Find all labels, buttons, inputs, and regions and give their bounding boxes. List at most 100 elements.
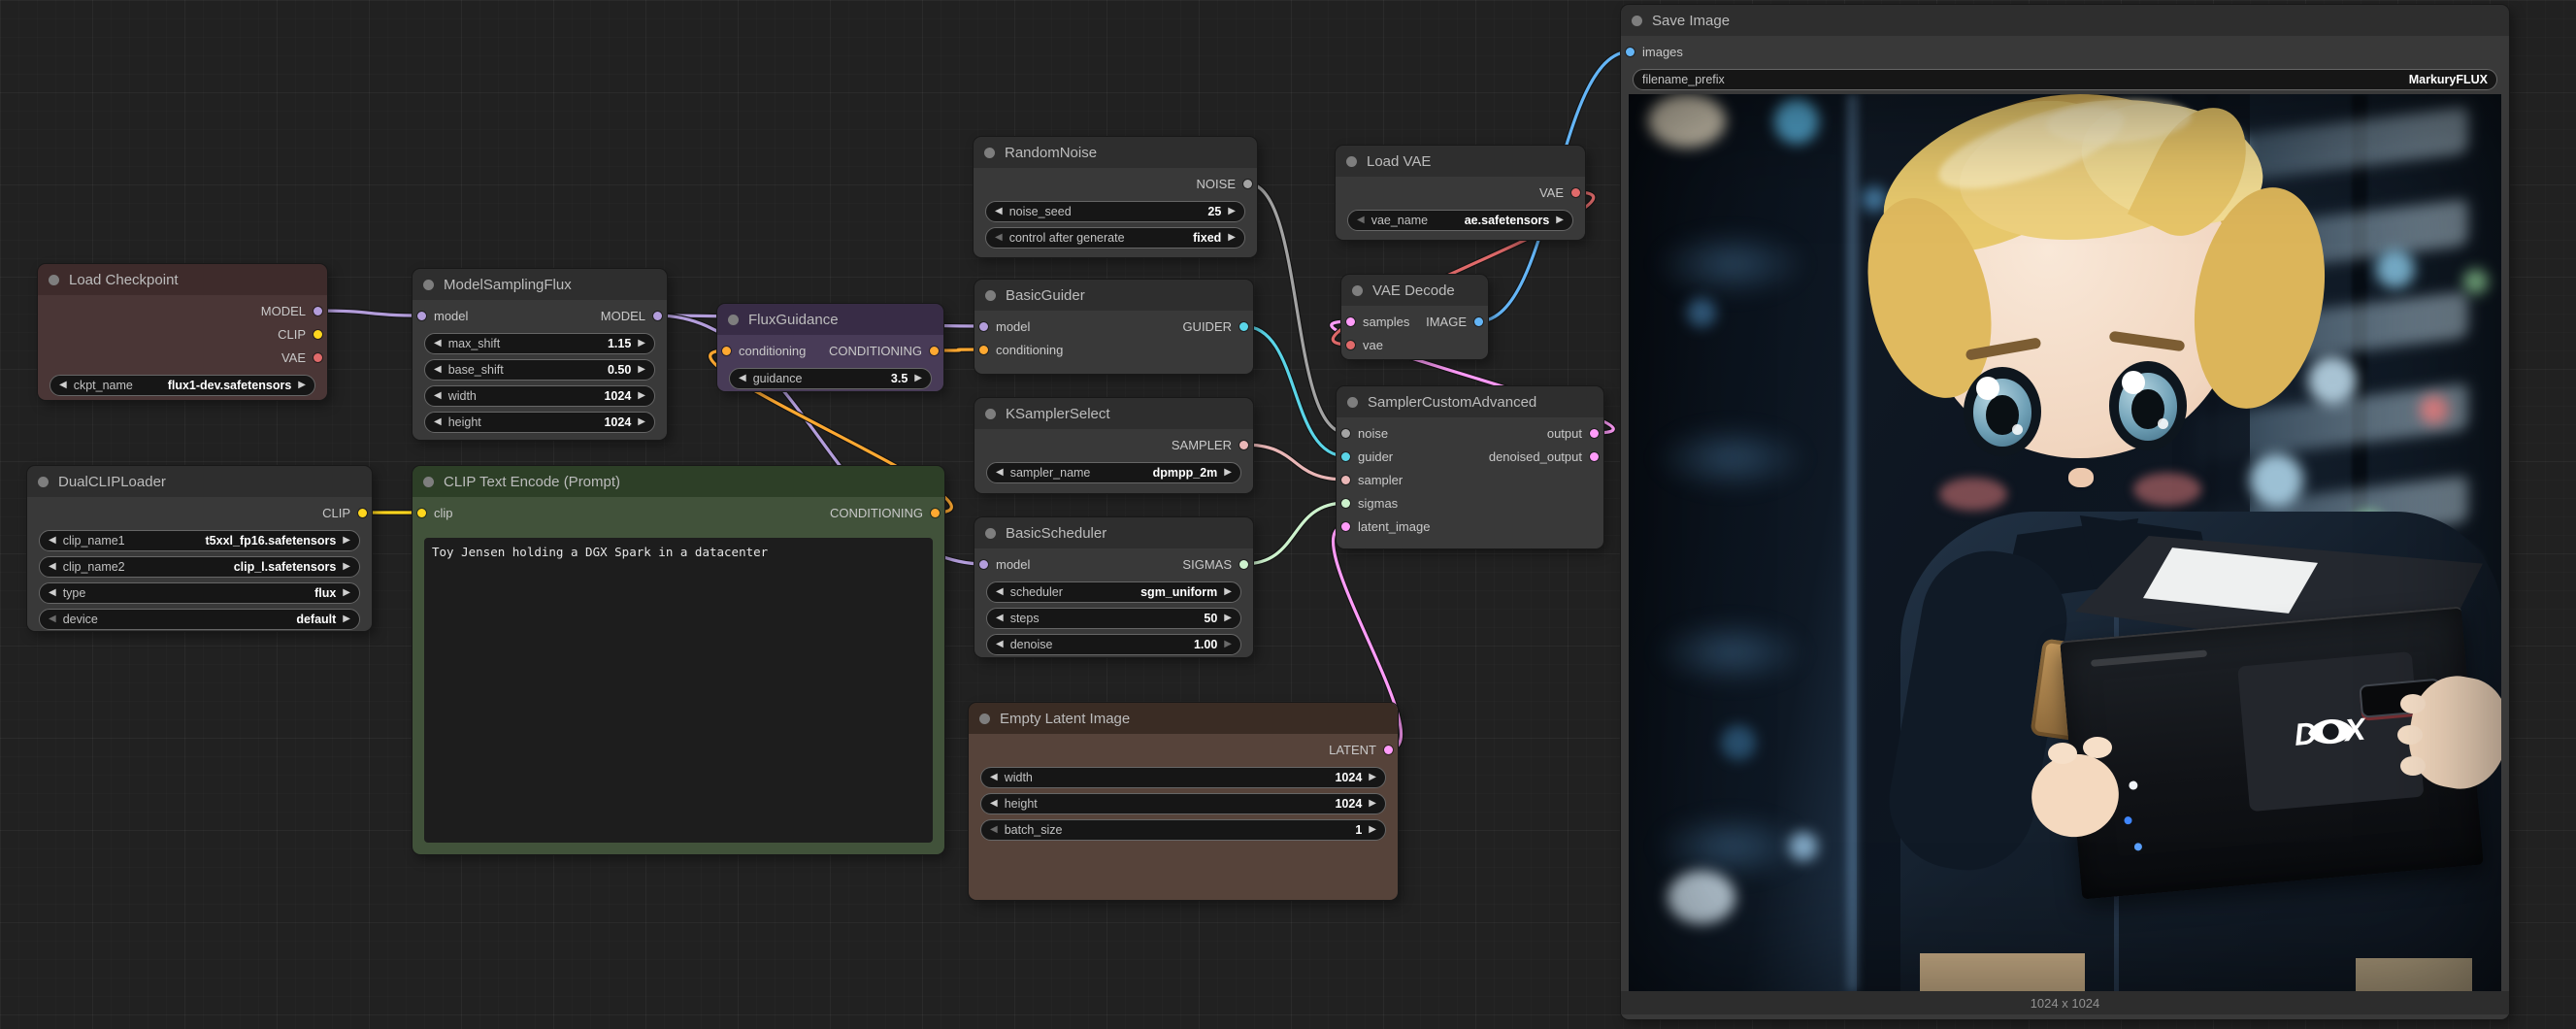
samples-input-port[interactable] xyxy=(1346,317,1355,326)
decrement-arrow[interactable]: ◀ xyxy=(434,391,442,401)
decrement-arrow[interactable]: ◀ xyxy=(49,562,56,572)
increment-arrow[interactable]: ▶ xyxy=(343,536,350,546)
collapse-dot[interactable] xyxy=(1347,397,1358,408)
conditioning-input-port[interactable] xyxy=(722,347,731,355)
MODEL-output-port[interactable] xyxy=(314,307,322,315)
decrement-arrow[interactable]: ◀ xyxy=(49,614,56,624)
node-basic_scheduler[interactable]: BasicSchedulermodelSIGMAS◀schedulersgm_u… xyxy=(974,517,1253,657)
increment-arrow[interactable]: ▶ xyxy=(1224,587,1232,597)
CLIP-output-port[interactable] xyxy=(314,330,322,339)
widget-guidance[interactable]: ◀guidance3.5▶ xyxy=(729,368,932,389)
node-flux_guidance[interactable]: FluxGuidanceconditioningCONDITIONING◀gui… xyxy=(717,304,943,391)
increment-arrow[interactable]: ▶ xyxy=(1224,468,1232,478)
sampler-input-port[interactable] xyxy=(1341,476,1350,484)
decrement-arrow[interactable]: ◀ xyxy=(990,799,998,809)
output-output-port[interactable] xyxy=(1590,429,1599,438)
increment-arrow[interactable]: ▶ xyxy=(1369,825,1376,835)
decrement-arrow[interactable]: ◀ xyxy=(434,339,442,349)
collapse-dot[interactable] xyxy=(38,477,49,487)
decrement-arrow[interactable]: ◀ xyxy=(996,640,1004,649)
decrement-arrow[interactable]: ◀ xyxy=(59,381,67,390)
increment-arrow[interactable]: ▶ xyxy=(1556,216,1564,225)
decrement-arrow[interactable]: ◀ xyxy=(995,233,1003,243)
decrement-arrow[interactable]: ◀ xyxy=(996,587,1004,597)
collapse-dot[interactable] xyxy=(979,714,990,724)
increment-arrow[interactable]: ▶ xyxy=(343,562,350,572)
increment-arrow[interactable]: ▶ xyxy=(914,374,922,383)
increment-arrow[interactable]: ▶ xyxy=(638,417,645,427)
denoised_output-output-port[interactable] xyxy=(1590,452,1599,461)
node-basic_guider[interactable]: BasicGuidermodelconditioningGUIDER xyxy=(974,280,1253,374)
increment-arrow[interactable]: ▶ xyxy=(1369,799,1376,809)
CONDITIONING-output-port[interactable] xyxy=(930,347,939,355)
decrement-arrow[interactable]: ◀ xyxy=(1357,216,1365,225)
widget-sampler_name[interactable]: ◀sampler_namedpmpp_2m▶ xyxy=(986,462,1241,483)
increment-arrow[interactable]: ▶ xyxy=(1228,207,1236,216)
increment-arrow[interactable]: ▶ xyxy=(1369,773,1376,782)
widget-max_shift[interactable]: ◀max_shift1.15▶ xyxy=(424,333,655,354)
node-sampler_custom[interactable]: SamplerCustomAdvancednoiseguidersamplers… xyxy=(1337,386,1603,548)
node-vae_decode[interactable]: VAE DecodesamplesvaeIMAGE xyxy=(1341,275,1488,359)
decrement-arrow[interactable]: ◀ xyxy=(49,588,56,598)
conditioning-input-port[interactable] xyxy=(979,346,988,354)
decrement-arrow[interactable]: ◀ xyxy=(996,614,1004,623)
decrement-arrow[interactable]: ◀ xyxy=(49,536,56,546)
decrement-arrow[interactable]: ◀ xyxy=(996,468,1004,478)
widget-ckpt_name[interactable]: ◀ckpt_nameflux1-dev.safetensors▶ xyxy=(50,375,315,396)
widget-scheduler[interactable]: ◀schedulersgm_uniform▶ xyxy=(986,581,1241,603)
node-load_checkpoint[interactable]: Load CheckpointMODELCLIPVAE◀ckpt_nameflu… xyxy=(38,264,327,400)
latent_image-input-port[interactable] xyxy=(1341,522,1350,531)
decrement-arrow[interactable]: ◀ xyxy=(990,773,998,782)
increment-arrow[interactable]: ▶ xyxy=(1224,640,1232,649)
widget-device[interactable]: ◀devicedefault▶ xyxy=(39,609,360,630)
collapse-dot[interactable] xyxy=(985,528,996,539)
collapse-dot[interactable] xyxy=(985,290,996,301)
node-clip_text[interactable]: CLIP Text Encode (Prompt)clipCONDITIONIN… xyxy=(413,466,944,854)
collapse-dot[interactable] xyxy=(1346,156,1357,167)
widget-clip_name2[interactable]: ◀clip_name2clip_l.safetensors▶ xyxy=(39,556,360,578)
widget-control-after-generate[interactable]: ◀control after generatefixed▶ xyxy=(985,227,1245,249)
increment-arrow[interactable]: ▶ xyxy=(638,339,645,349)
model-input-port[interactable] xyxy=(979,322,988,331)
VAE-output-port[interactable] xyxy=(314,353,322,362)
node-ksampler_select[interactable]: KSamplerSelectSAMPLER◀sampler_namedpmpp_… xyxy=(974,398,1253,493)
sigmas-input-port[interactable] xyxy=(1341,499,1350,508)
decrement-arrow[interactable]: ◀ xyxy=(434,417,442,427)
widget-clip_name1[interactable]: ◀clip_name1t5xxl_fp16.safetensors▶ xyxy=(39,530,360,551)
guider-input-port[interactable] xyxy=(1341,452,1350,461)
widget-vae_name[interactable]: ◀vae_nameae.safetensors▶ xyxy=(1347,210,1573,231)
collapse-dot[interactable] xyxy=(1352,285,1363,296)
widget-height[interactable]: ◀height1024▶ xyxy=(424,412,655,433)
widget-base_shift[interactable]: ◀base_shift0.50▶ xyxy=(424,359,655,381)
SAMPLER-output-port[interactable] xyxy=(1239,441,1248,449)
decrement-arrow[interactable]: ◀ xyxy=(434,365,442,375)
collapse-dot[interactable] xyxy=(49,275,59,285)
widget-type[interactable]: ◀typeflux▶ xyxy=(39,582,360,604)
increment-arrow[interactable]: ▶ xyxy=(343,588,350,598)
increment-arrow[interactable]: ▶ xyxy=(638,391,645,401)
VAE-output-port[interactable] xyxy=(1571,188,1580,197)
CONDITIONING-output-port[interactable] xyxy=(931,509,940,517)
increment-arrow[interactable]: ▶ xyxy=(343,614,350,624)
increment-arrow[interactable]: ▶ xyxy=(298,381,306,390)
NOISE-output-port[interactable] xyxy=(1243,180,1252,188)
widget-denoise[interactable]: ◀denoise1.00▶ xyxy=(986,634,1241,655)
node-empty_latent[interactable]: Empty Latent ImageLATENT◀width1024▶◀heig… xyxy=(969,703,1398,900)
SIGMAS-output-port[interactable] xyxy=(1239,560,1248,569)
MODEL-output-port[interactable] xyxy=(653,312,662,320)
noise-input-port[interactable] xyxy=(1341,429,1350,438)
node-dual_clip[interactable]: DualCLIPLoaderCLIP◀clip_name1t5xxl_fp16.… xyxy=(27,466,372,631)
node-save_image[interactable]: Save Imageimagesfilename_prefixMarkuryFL… xyxy=(1621,5,2509,1019)
decrement-arrow[interactable]: ◀ xyxy=(990,825,998,835)
widget-batch_size[interactable]: ◀batch_size1▶ xyxy=(980,819,1386,841)
widget-steps[interactable]: ◀steps50▶ xyxy=(986,608,1241,629)
collapse-dot[interactable] xyxy=(423,280,434,290)
clip-input-port[interactable] xyxy=(417,509,426,517)
widget-height[interactable]: ◀height1024▶ xyxy=(980,793,1386,814)
node-random_noise[interactable]: RandomNoiseNOISE◀noise_seed25▶◀control a… xyxy=(974,137,1257,257)
vae-input-port[interactable] xyxy=(1346,341,1355,349)
LATENT-output-port[interactable] xyxy=(1384,746,1393,754)
widget-width[interactable]: ◀width1024▶ xyxy=(980,767,1386,788)
IMAGE-output-port[interactable] xyxy=(1474,317,1483,326)
collapse-dot[interactable] xyxy=(728,315,739,325)
